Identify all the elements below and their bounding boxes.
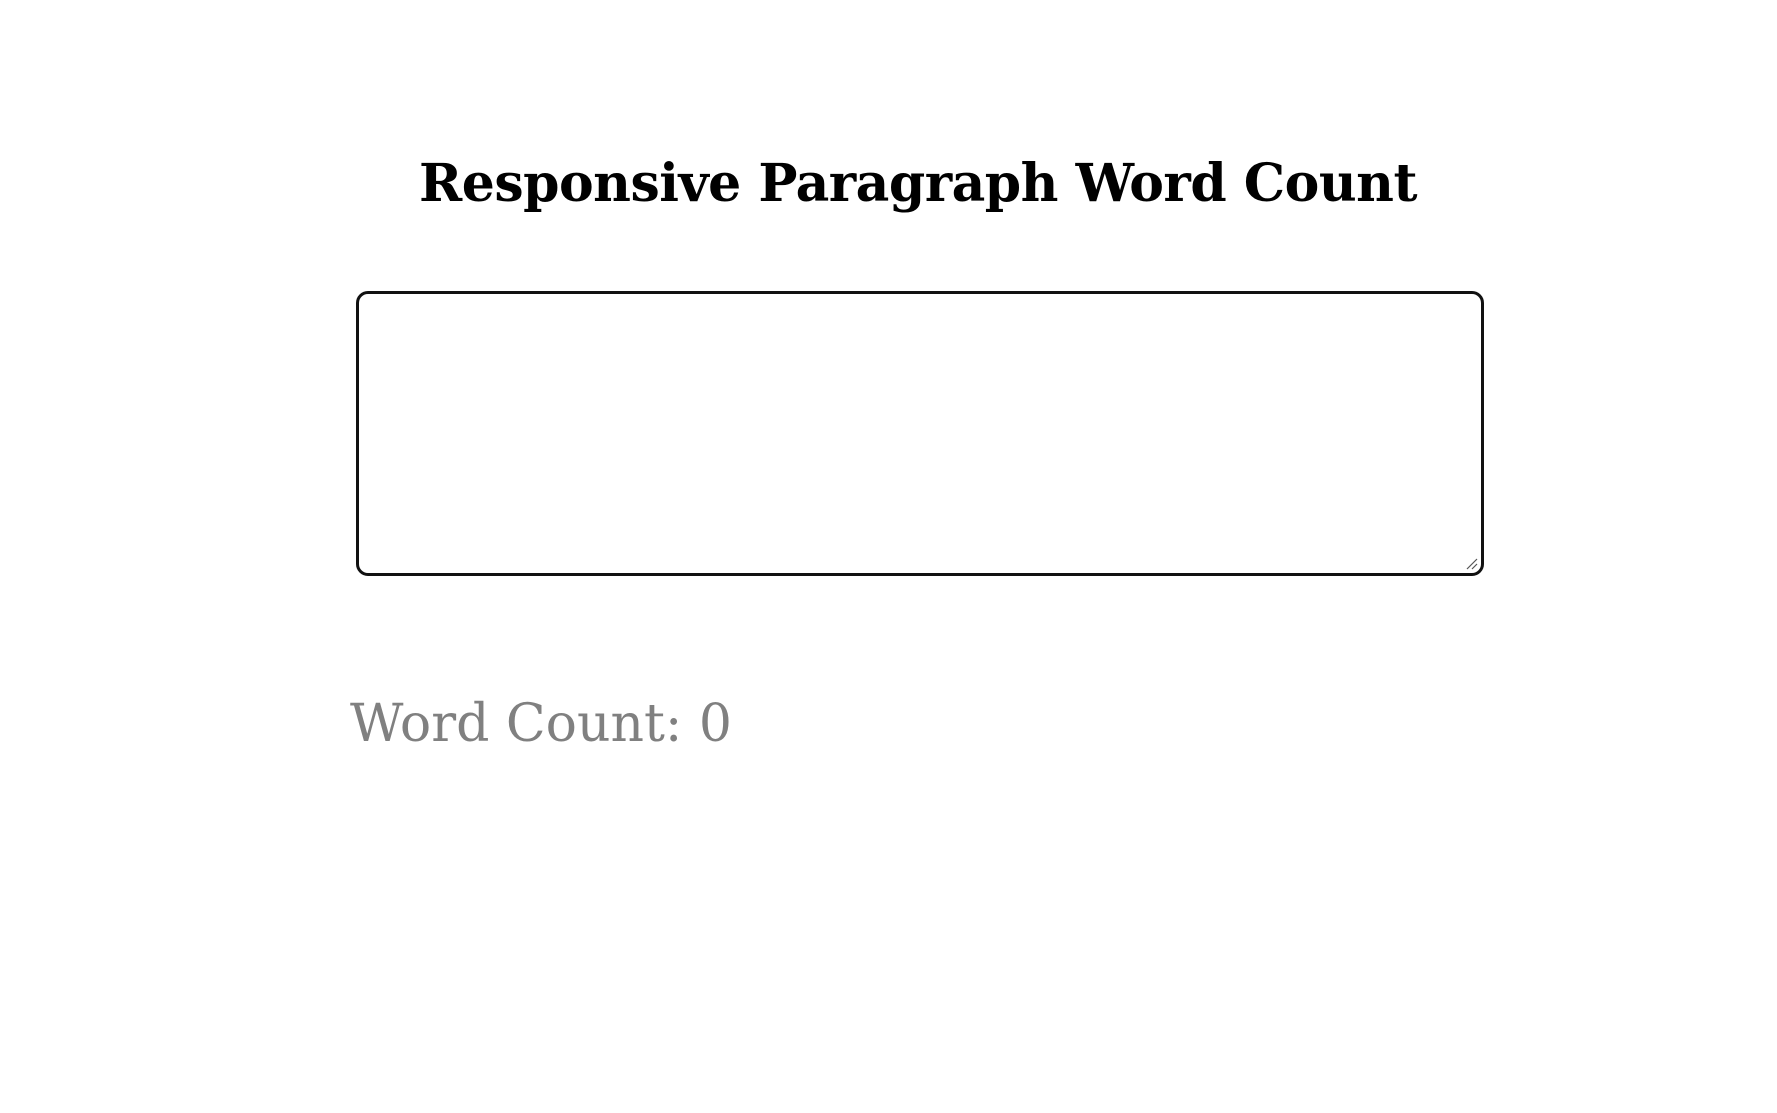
resize-handle-icon[interactable] bbox=[1464, 556, 1478, 570]
word-count-display: Word Count: 0 bbox=[350, 690, 732, 758]
textarea-container bbox=[356, 291, 1484, 576]
word-count-value: 0 bbox=[698, 694, 733, 754]
paragraph-input[interactable] bbox=[356, 291, 1484, 576]
page-title: Responsive Paragraph Word Count bbox=[419, 153, 1417, 214]
word-count-label: Word Count: bbox=[350, 694, 683, 754]
